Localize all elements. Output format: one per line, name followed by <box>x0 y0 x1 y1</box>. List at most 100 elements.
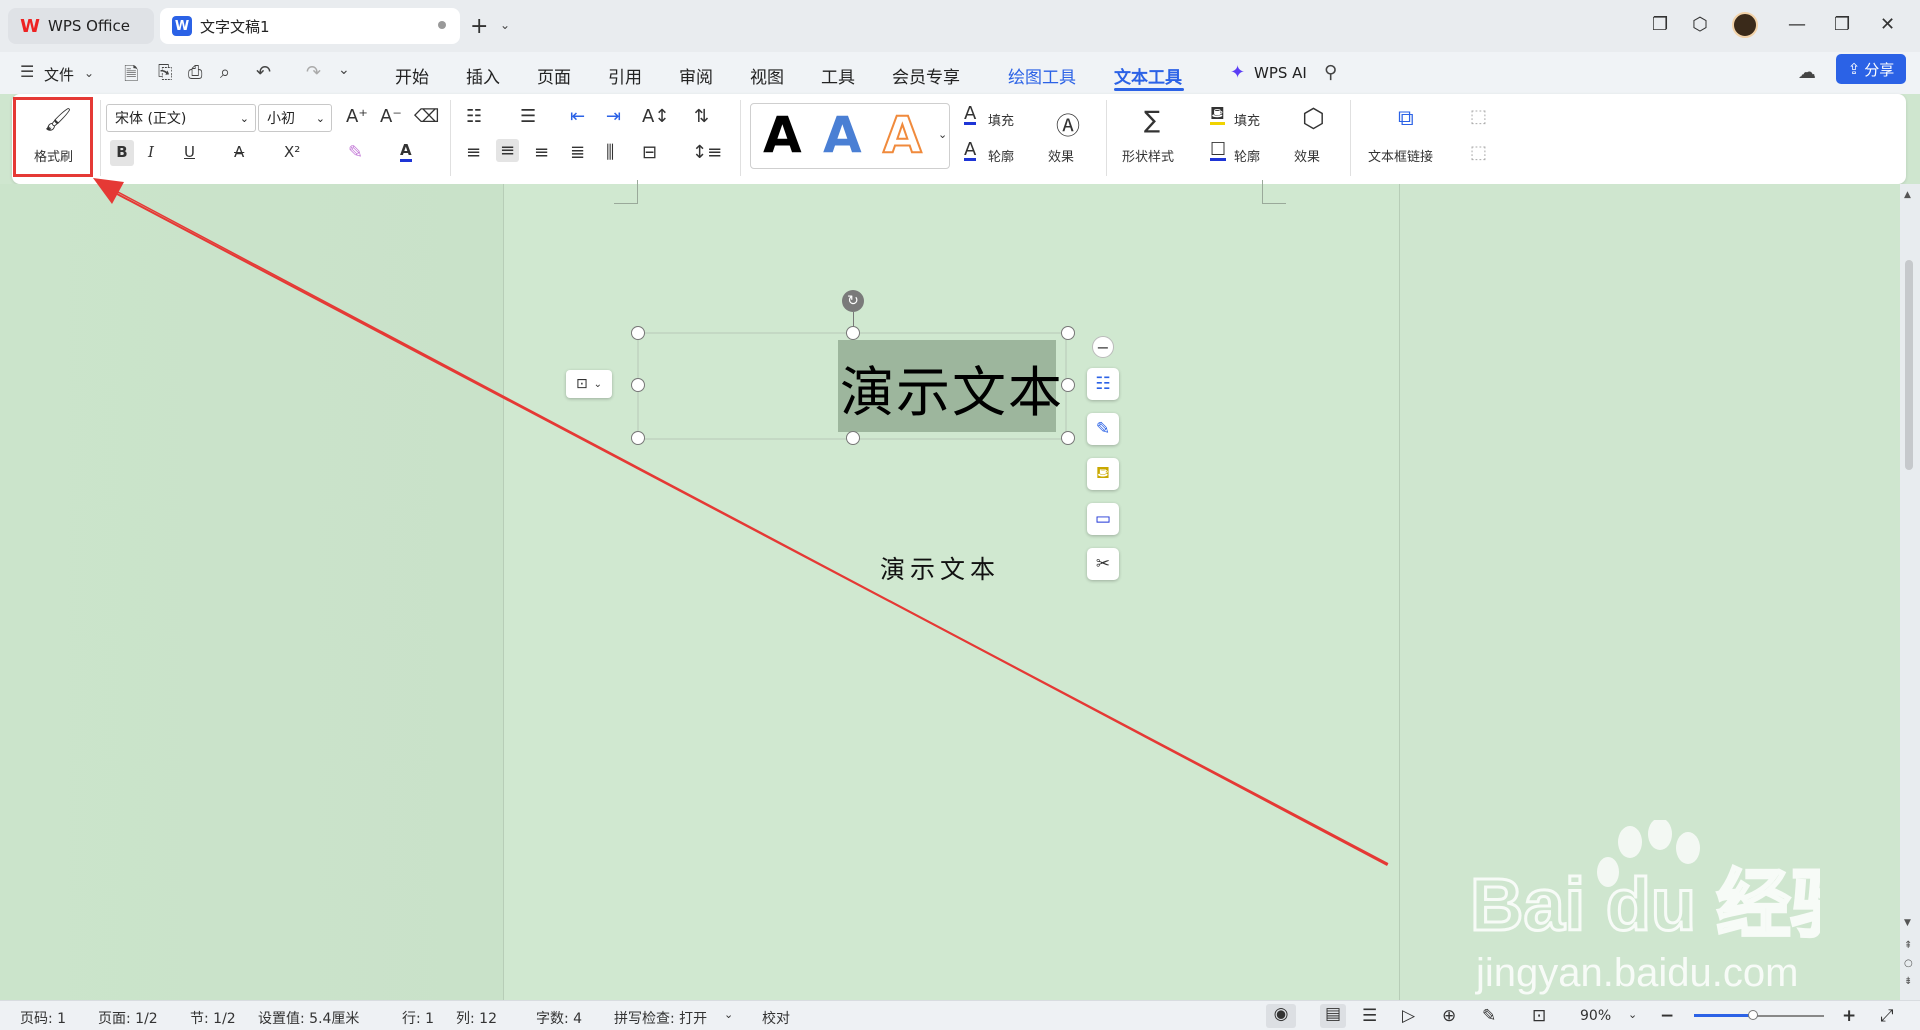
zoom-chevron-icon[interactable]: ⌄ <box>1628 1008 1637 1021</box>
clear-format-icon[interactable]: ⌫ <box>414 106 439 127</box>
shape-style-label[interactable]: 形状样式 <box>1122 146 1174 165</box>
outline-view-icon[interactable]: ☰ <box>1362 1006 1377 1026</box>
search-icon[interactable]: ⚲ <box>1324 62 1337 83</box>
textbox-previous-icon[interactable]: ⬚ <box>1470 106 1487 127</box>
status-proofread[interactable]: 校对 <box>762 1008 790 1028</box>
menu-start[interactable]: 开始 <box>395 63 429 88</box>
avatar[interactable] <box>1732 12 1758 38</box>
italic-button[interactable]: I <box>148 143 154 161</box>
shape-outline-icon[interactable]: ☐ <box>1210 141 1227 161</box>
font-size-select[interactable]: 小初 ⌄ <box>258 104 332 132</box>
menu-page[interactable]: 页面 <box>537 63 571 88</box>
redo-icon[interactable]: ↷ <box>306 62 321 83</box>
resize-handle-top-left[interactable] <box>631 326 645 340</box>
hamburger-menu-icon[interactable]: ☰ <box>20 62 34 81</box>
text-outline-label[interactable]: 轮廓 <box>988 146 1014 165</box>
status-pages[interactable]: 页面: 1/2 <box>98 1008 158 1028</box>
shape-effect-label[interactable]: 效果 <box>1294 146 1320 165</box>
tab-wps-office[interactable]: W WPS Office <box>8 8 154 44</box>
menu-tools[interactable]: 工具 <box>821 63 855 88</box>
bold-button[interactable]: B <box>110 140 134 166</box>
resize-handle-bottom-right[interactable] <box>1061 431 1075 445</box>
shape-style-icon[interactable]: ∑ <box>1144 106 1160 134</box>
text-effect-label[interactable]: 效果 <box>1048 146 1074 165</box>
close-icon[interactable]: ✕ <box>1880 14 1895 35</box>
sort-icon[interactable]: ⇅ <box>694 106 709 127</box>
gallery-more-icon[interactable]: ⌄ <box>938 128 947 141</box>
menu-reference[interactable]: 引用 <box>608 63 642 88</box>
reading-mode-icon[interactable]: ▷ <box>1402 1006 1415 1026</box>
menu-review[interactable]: 审阅 <box>679 63 713 88</box>
page-view-icon[interactable]: ▤ <box>1320 1004 1346 1028</box>
font-color-button[interactable]: A <box>400 141 412 162</box>
wps-ai-icon[interactable]: ✦ <box>1230 62 1245 83</box>
resize-handle-bottom-center[interactable] <box>846 431 860 445</box>
resize-handle-bottom-left[interactable] <box>631 431 645 445</box>
shape-fill-label[interactable]: 填充 <box>1234 110 1260 129</box>
resize-handle-top-right[interactable] <box>1061 326 1075 340</box>
style-black-a[interactable]: A <box>763 106 802 164</box>
align-center-icon[interactable]: ≡ <box>496 139 520 162</box>
status-row[interactable]: 行: 1 <box>402 1008 434 1028</box>
numbered-list-icon[interactable]: ☰ <box>520 106 536 127</box>
restore-icon[interactable]: ❐ <box>1834 14 1850 35</box>
zoom-out-icon[interactable]: − <box>1660 1006 1674 1026</box>
font-name-select[interactable]: 宋体 (正文) ⌄ <box>106 104 256 132</box>
status-section[interactable]: 节: 1/2 <box>190 1008 236 1028</box>
minimize-icon[interactable]: — <box>1788 14 1806 35</box>
line-spacing-icon[interactable]: ↕≡ <box>692 142 722 163</box>
shape-fill-icon[interactable]: ⛾ <box>1210 105 1225 125</box>
spell-check-chevron-icon[interactable]: ⌄ <box>724 1008 733 1021</box>
justify-icon[interactable]: ≣ <box>570 142 585 163</box>
text-effect-icon[interactable]: Ⓐ <box>1056 106 1080 141</box>
shape-fill-float-icon[interactable]: ⛾ <box>1087 458 1119 490</box>
text-fill-icon[interactable]: A <box>964 105 977 125</box>
status-page-number[interactable]: 页码: 1 <box>20 1008 66 1028</box>
textbox-big-text[interactable]: 演示文本 <box>840 348 1064 427</box>
textbox-link-label[interactable]: 文本框链接 <box>1368 146 1433 165</box>
quick-access-more-icon[interactable]: ⌄ <box>338 62 350 78</box>
window-layout-icon[interactable]: ❐ <box>1652 14 1668 35</box>
eye-protection-icon[interactable]: ◉ <box>1266 1004 1296 1028</box>
shape-outline-label[interactable]: 轮廓 <box>1234 146 1260 165</box>
next-page-icon[interactable]: ⇟ <box>1904 976 1912 987</box>
strikethrough-button[interactable]: A <box>234 143 244 161</box>
increase-indent-icon[interactable]: ⇥ <box>606 106 621 127</box>
print-preview-icon[interactable]: ⌕ <box>220 62 230 83</box>
shape-style-float-icon[interactable]: ✎ <box>1087 413 1119 445</box>
scrollbar-thumb[interactable] <box>1905 260 1913 470</box>
more-tools-icon[interactable]: ✂ <box>1087 548 1119 580</box>
file-menu[interactable]: 文件 <box>44 64 74 85</box>
text-style-gallery[interactable]: A A A <box>750 103 950 169</box>
fit-page-icon[interactable]: ⊡ <box>1532 1006 1546 1026</box>
layout-options-button[interactable]: ⊡ ⌄ <box>566 370 612 398</box>
cloud-icon[interactable]: ☁ <box>1798 62 1816 83</box>
undo-icon[interactable]: ↶ <box>256 62 271 83</box>
style-orange-outline-a[interactable]: A <box>882 105 923 165</box>
text-direction-icon[interactable]: A↕ <box>642 106 669 127</box>
text-wrap-icon[interactable]: ☷ <box>1087 368 1119 400</box>
status-spell-check[interactable]: 拼写检查: 打开 <box>614 1008 707 1028</box>
zoom-in-icon[interactable]: + <box>1842 1006 1856 1026</box>
tab-list-chevron-icon[interactable]: ⌄ <box>500 18 510 32</box>
status-word-count[interactable]: 字数: 4 <box>536 1008 582 1028</box>
menu-drawing-tools[interactable]: 绘图工具 <box>1008 63 1076 88</box>
body-text[interactable]: 演示文本 <box>880 550 1000 586</box>
shape-outline-float-icon[interactable]: ▭ <box>1087 503 1119 535</box>
superscript-button[interactable]: X² <box>284 143 300 161</box>
underline-button[interactable]: U <box>184 143 195 161</box>
style-blue-a[interactable]: A <box>823 106 862 164</box>
zoom-slider-knob[interactable] <box>1747 1010 1758 1020</box>
shrink-font-icon[interactable]: A⁻ <box>380 106 402 127</box>
cube-icon[interactable]: ⬡ <box>1692 14 1708 35</box>
menu-view[interactable]: 视图 <box>750 63 784 88</box>
save-icon[interactable]: 🗎 <box>124 62 138 92</box>
status-column[interactable]: 列: 12 <box>456 1008 497 1028</box>
menu-insert[interactable]: 插入 <box>466 63 500 88</box>
scroll-down-icon[interactable]: ▼ <box>1904 918 1911 928</box>
text-fill-label[interactable]: 填充 <box>988 110 1014 129</box>
print-icon[interactable]: ⎙ <box>188 62 202 83</box>
document-page[interactable] <box>503 180 1400 1000</box>
scroll-up-icon[interactable]: ▲ <box>1904 190 1911 200</box>
resize-handle-top-center[interactable] <box>846 326 860 340</box>
